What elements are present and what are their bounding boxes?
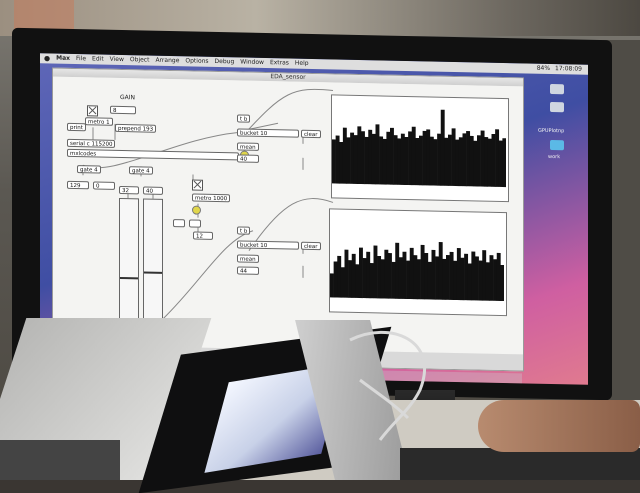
- hand: [478, 400, 640, 452]
